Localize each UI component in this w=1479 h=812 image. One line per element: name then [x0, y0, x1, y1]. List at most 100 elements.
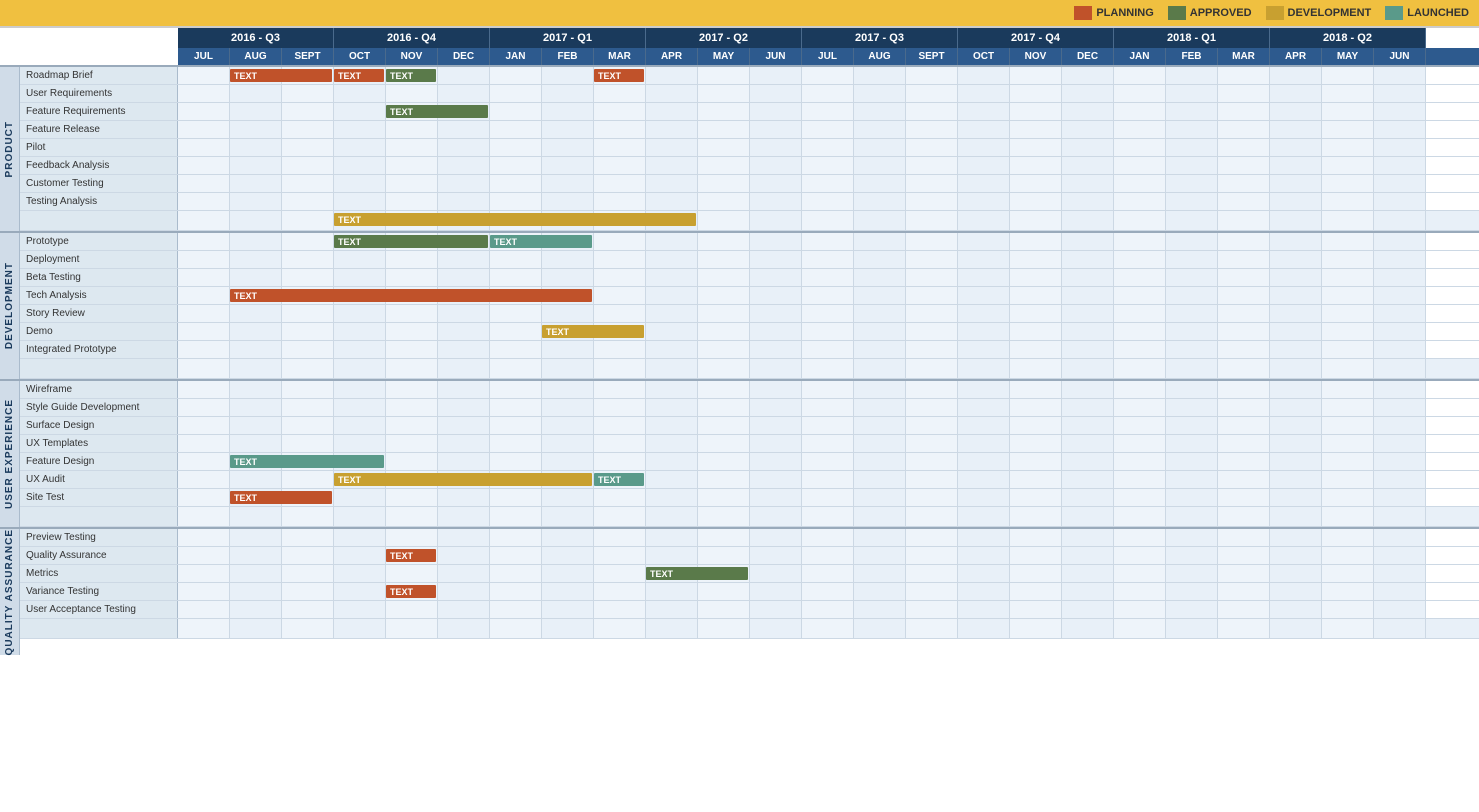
grid-cell	[1218, 381, 1270, 398]
month-cell: NOV	[1010, 48, 1062, 65]
row-label	[20, 359, 178, 378]
grid-cell	[230, 305, 282, 322]
grid-cell	[490, 85, 542, 102]
grid-cell	[542, 601, 594, 618]
month-cell: SEPT	[906, 48, 958, 65]
grid-cell	[646, 269, 698, 286]
grid-cell	[958, 601, 1010, 618]
grid-cell	[854, 323, 906, 340]
month-cell: JAN	[490, 48, 542, 65]
grid-cell	[594, 453, 646, 470]
grid-cell	[1374, 529, 1426, 546]
quarter-header-row: 2016 - Q32016 - Q42017 - Q12017 - Q22017…	[178, 28, 1479, 48]
grid-cell	[178, 323, 230, 340]
grid-cell	[1322, 233, 1374, 250]
row-label: Feedback Analysis	[20, 157, 178, 174]
quarter-cell: 2017 - Q1	[490, 28, 646, 48]
grid-cell	[594, 489, 646, 506]
quarter-cell: 2017 - Q2	[646, 28, 802, 48]
grid-cell	[178, 193, 230, 210]
grid-cell	[1374, 399, 1426, 416]
grid-cell	[594, 193, 646, 210]
grid-cell	[1010, 359, 1062, 378]
grid-cell	[698, 601, 750, 618]
section-label-text: PRODUCT	[4, 121, 15, 177]
grid-cell	[178, 453, 230, 470]
grid-cell	[230, 565, 282, 582]
grid-cell	[334, 193, 386, 210]
grid-cell	[1114, 103, 1166, 120]
grid-cell	[1010, 471, 1062, 488]
grid-cell	[1010, 211, 1062, 230]
grid-cell	[1062, 103, 1114, 120]
grid-cell	[1270, 583, 1322, 600]
grid-cell	[1114, 211, 1166, 230]
grid-cell	[282, 323, 334, 340]
grid-cell	[1218, 507, 1270, 526]
grid-cell	[594, 233, 646, 250]
grid-cell	[1062, 381, 1114, 398]
grid-cell	[594, 121, 646, 138]
grid-cell	[490, 381, 542, 398]
grid-cell	[1114, 435, 1166, 452]
grid-cell	[1374, 359, 1426, 378]
grid-cell	[1166, 341, 1218, 358]
grid-cell	[282, 359, 334, 378]
grid-cell	[230, 157, 282, 174]
grid-cell	[750, 157, 802, 174]
grid-cell	[178, 489, 230, 506]
section-label-col: PRODUCT	[0, 67, 20, 231]
month-cell: MAY	[1322, 48, 1374, 65]
grid-cell	[854, 121, 906, 138]
gantt-bar-launched: TEXT	[594, 473, 644, 486]
row-cells: TEXTTEXT	[178, 471, 1479, 488]
grid-cell	[594, 507, 646, 526]
grid-cell	[854, 251, 906, 268]
grid-cell	[1166, 287, 1218, 304]
grid-cell	[1270, 157, 1322, 174]
grid-cell	[1166, 547, 1218, 564]
grid-cell	[802, 103, 854, 120]
row-cells	[178, 175, 1479, 192]
grid-cell	[698, 233, 750, 250]
grid-cell	[906, 121, 958, 138]
row-cells	[178, 251, 1479, 268]
row-cells	[178, 269, 1479, 286]
gantt-row	[20, 619, 1479, 639]
grid-cell	[386, 359, 438, 378]
grid-cell	[594, 601, 646, 618]
grid-cell	[438, 547, 490, 564]
grid-cell	[438, 121, 490, 138]
status-item-label: LAUNCHED	[1407, 7, 1469, 19]
grid-cell	[1270, 85, 1322, 102]
row-label: Tech Analysis	[20, 287, 178, 304]
row-label: User Requirements	[20, 85, 178, 102]
grid-cell	[438, 507, 490, 526]
grid-cell	[1322, 103, 1374, 120]
grid-cell	[1166, 251, 1218, 268]
grid-cell	[594, 529, 646, 546]
row-cells: TEXT	[178, 583, 1479, 600]
grid-cell	[178, 211, 230, 230]
grid-cell	[334, 381, 386, 398]
grid-cell	[1062, 507, 1114, 526]
grid-cell	[386, 341, 438, 358]
grid-cell	[698, 359, 750, 378]
grid-cell	[698, 211, 750, 230]
grid-cell	[1010, 507, 1062, 526]
gantt-row: Integrated Prototype	[20, 341, 1479, 359]
gantt-row: Beta Testing	[20, 269, 1479, 287]
grid-cell	[594, 305, 646, 322]
grid-cell	[1270, 601, 1322, 618]
grid-cell	[906, 251, 958, 268]
grid-cell	[1374, 193, 1426, 210]
grid-cell	[646, 233, 698, 250]
grid-cell	[958, 251, 1010, 268]
grid-cell	[854, 233, 906, 250]
grid-cell	[386, 269, 438, 286]
grid-cell	[1166, 417, 1218, 434]
grid-cell	[542, 507, 594, 526]
row-cells: TEXTTEXTTEXTTEXT	[178, 67, 1479, 84]
grid-cell	[1270, 471, 1322, 488]
grid-cell	[490, 341, 542, 358]
